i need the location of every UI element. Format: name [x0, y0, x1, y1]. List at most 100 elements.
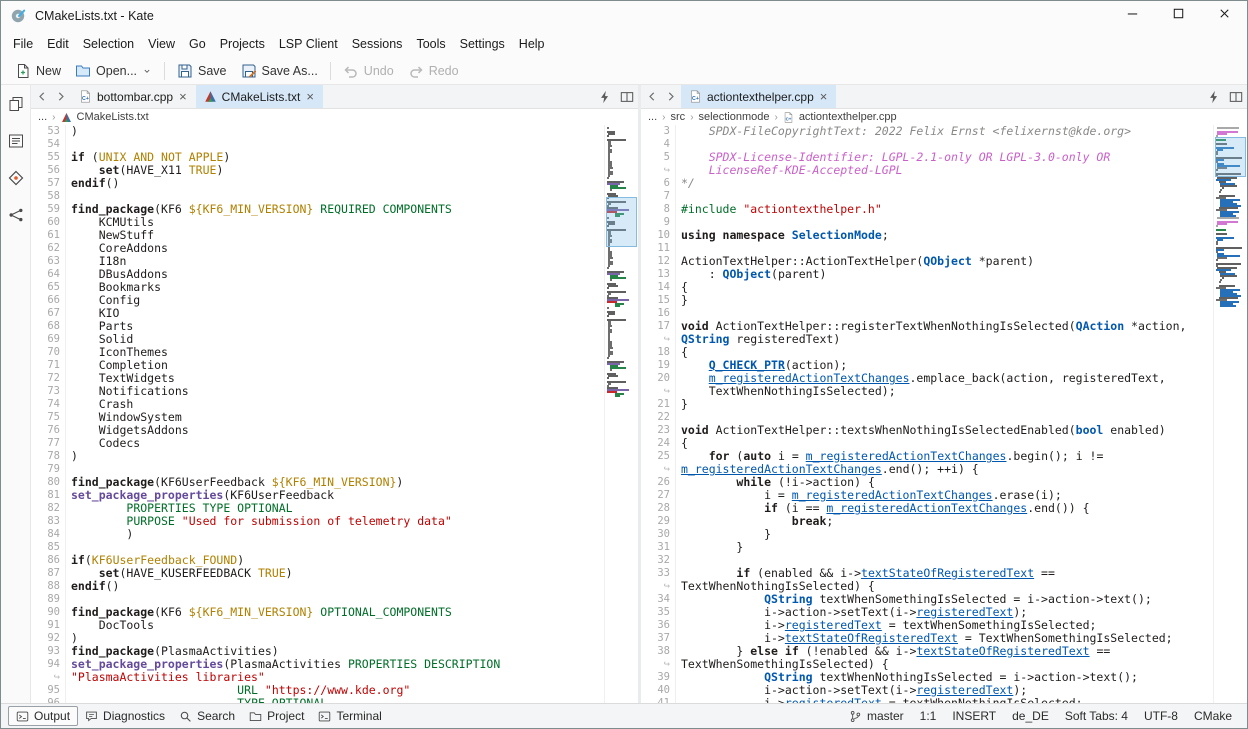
redo-button[interactable]: Redo: [401, 60, 466, 82]
breadcrumb-collapsed[interactable]: ...: [38, 111, 47, 123]
code-text: set_package_properties(KF6UserFeedback: [65, 489, 604, 502]
code-text: Completion: [65, 359, 604, 372]
statusbar-output-button[interactable]: Output: [8, 706, 78, 726]
split-view-button[interactable]: [1225, 85, 1247, 108]
statusbar-search-button[interactable]: Search: [172, 707, 242, 725]
new-button[interactable]: New: [8, 60, 68, 82]
history-back-button[interactable]: [643, 85, 661, 108]
sidebar-symbols-tool[interactable]: [5, 204, 27, 226]
statusbar-terminal-button[interactable]: Terminal: [311, 707, 388, 725]
code-line: 30 }: [641, 528, 1213, 541]
tab-close-icon[interactable]: ×: [819, 90, 829, 103]
code-text: [65, 190, 604, 203]
menu-edit[interactable]: Edit: [40, 33, 76, 55]
code-line: 71 Completion: [31, 359, 604, 372]
line-number: 84: [31, 528, 65, 541]
status-tab-mode[interactable]: Soft Tabs: 4: [1057, 709, 1136, 723]
status-dictionary[interactable]: de_DE: [1004, 709, 1057, 723]
quick-open-button[interactable]: [594, 85, 616, 108]
status-syntax-mode[interactable]: CMake: [1186, 709, 1240, 723]
status-input-mode[interactable]: INSERT: [944, 709, 1004, 723]
code-text: [675, 307, 1213, 320]
history-forward-button[interactable]: [661, 85, 679, 108]
tab-close-icon[interactable]: ×: [178, 90, 188, 103]
code-line: 67 KIO: [31, 307, 604, 320]
code-line: 84 ): [31, 528, 604, 541]
line-number: 59: [31, 203, 65, 216]
minimap-viewport[interactable]: [1215, 137, 1246, 177]
line-number: 77: [31, 437, 65, 450]
undo-button[interactable]: Undo: [336, 60, 401, 82]
status-encoding[interactable]: UTF-8: [1136, 709, 1186, 723]
sidebar-documents-tool[interactable]: [5, 93, 27, 115]
breadcrumb-item[interactable]: src: [671, 111, 686, 123]
menu-sessions[interactable]: Sessions: [345, 33, 410, 55]
minimap-viewport[interactable]: [606, 197, 637, 247]
status-cursor-position[interactable]: 1:1: [912, 709, 945, 723]
sidebar-git-tool[interactable]: [5, 167, 27, 189]
tab-cmakelists-txt[interactable]: CMakeLists.txt ×: [196, 85, 323, 108]
close-button[interactable]: [1201, 1, 1247, 31]
quick-open-button[interactable]: [1203, 85, 1225, 108]
code-line: 91 DocTools: [31, 619, 604, 632]
code-line: ↪TextWhenNothingIsSelected) {: [641, 580, 1213, 593]
open-button[interactable]: Open...: [68, 60, 159, 82]
history-back-button[interactable]: [33, 85, 51, 108]
code-area[interactable]: 53)5455if (UNIX AND NOT APPLE)56 set(HAV…: [31, 125, 604, 703]
code-text: [65, 593, 604, 606]
tab-bottombar-cpp[interactable]: C+bottombar.cpp×: [71, 85, 196, 108]
maximize-button[interactable]: [1155, 1, 1201, 31]
menu-tools[interactable]: Tools: [409, 33, 452, 55]
chevron-right-icon: [664, 90, 677, 103]
tab-close-icon[interactable]: ×: [305, 90, 315, 103]
line-number: 10: [641, 229, 675, 242]
minimap-scrollbar[interactable]: [1213, 125, 1247, 703]
line-number: 27: [641, 489, 675, 502]
status-git-branch[interactable]: master: [841, 709, 912, 723]
minimap-line: [1219, 191, 1221, 193]
menu-go[interactable]: Go: [182, 33, 213, 55]
line-number: 15: [641, 294, 675, 307]
lsp-symbols-icon: [8, 207, 24, 223]
minimap-line: [607, 127, 609, 129]
menu-view[interactable]: View: [141, 33, 182, 55]
history-forward-button[interactable]: [51, 85, 69, 108]
code-area[interactable]: 3 SPDX-FileCopyrightText: 2022 Felix Ern…: [641, 125, 1213, 703]
code-line: 16: [641, 307, 1213, 320]
quick-open-icon: [598, 90, 612, 104]
minimap-scrollbar[interactable]: [604, 125, 638, 703]
menu-help[interactable]: Help: [512, 33, 552, 55]
statusbar-project-button[interactable]: Project: [242, 707, 311, 725]
menu-selection[interactable]: Selection: [76, 33, 141, 55]
code-text: [675, 554, 1213, 567]
split-view-button[interactable]: [616, 85, 638, 108]
breadcrumb-item[interactable]: CMakeLists.txt: [77, 111, 149, 123]
save-as-button[interactable]: Save As...: [234, 60, 325, 82]
menu-settings[interactable]: Settings: [453, 33, 512, 55]
code-line: 5 SPDX-License-Identifier: LGPL-2.1-only…: [641, 151, 1213, 164]
code-text: TextWhenNothingIsSelected) {: [675, 580, 1213, 593]
code-line: 56 set(HAVE_X11 TRUE): [31, 164, 604, 177]
wrap-marker: ↪: [31, 671, 65, 684]
minimize-button[interactable]: [1109, 1, 1155, 31]
breadcrumb-collapsed[interactable]: ...: [648, 111, 657, 123]
tab-label: CMakeLists.txt: [222, 90, 301, 104]
code-line: 66 Config: [31, 294, 604, 307]
tab-actiontexthelper-cpp[interactable]: C+actiontexthelper.cpp×: [681, 85, 836, 108]
tab-label: bottombar.cpp: [97, 90, 173, 104]
toolbar-button-label: Redo: [429, 64, 459, 78]
code-line: 92): [31, 632, 604, 645]
breadcrumb-item[interactable]: actiontexthelper.cpp: [799, 111, 897, 123]
sidebar-file-list-tool[interactable]: [5, 130, 27, 152]
line-number: 95: [31, 684, 65, 697]
quick-open-icon: [1207, 90, 1221, 104]
save-button[interactable]: Save: [170, 60, 234, 82]
menu-file[interactable]: File: [6, 33, 40, 55]
minimap-line: [1217, 133, 1227, 135]
menu-projects[interactable]: Projects: [213, 33, 272, 55]
menu-lsp-client[interactable]: LSP Client: [272, 33, 345, 55]
code-line: 85: [31, 541, 604, 554]
breadcrumb-item[interactable]: selectionmode: [699, 111, 770, 123]
code-text: [675, 411, 1213, 424]
statusbar-diagnostics-button[interactable]: Diagnostics: [78, 707, 172, 725]
